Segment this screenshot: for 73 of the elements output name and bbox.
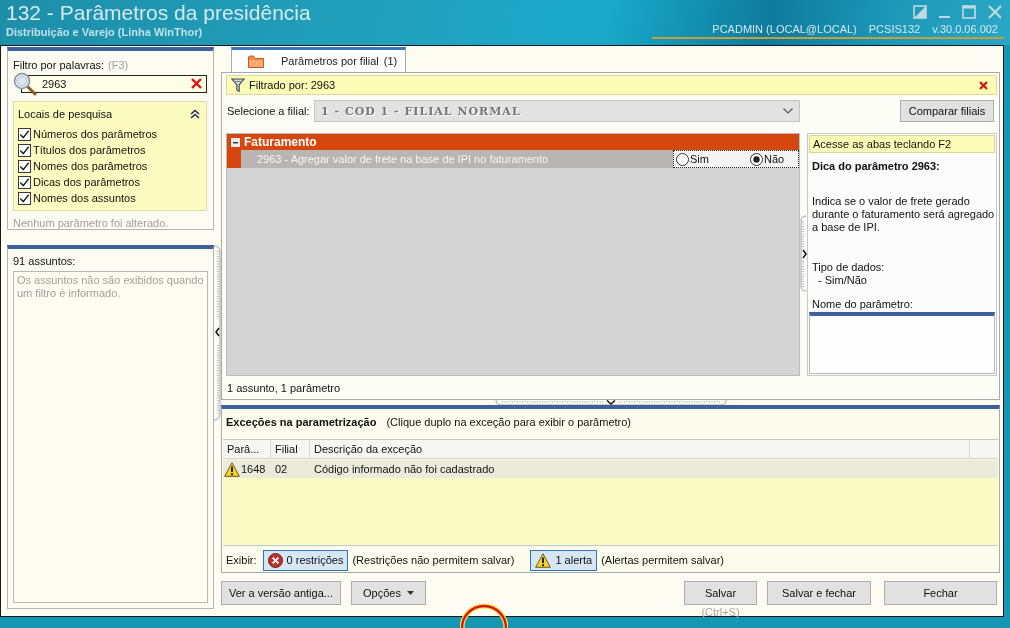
shortcut-hint: (F3): [108, 59, 129, 72]
checkbox[interactable]: [18, 175, 31, 189]
action-button[interactable]: Fechar: [884, 581, 997, 605]
folder-icon: [248, 54, 264, 68]
section-title: Exceções na parametrização: [226, 415, 377, 430]
field-label: Exibir:: [226, 554, 257, 566]
funnel-icon: [231, 77, 245, 93]
checkbox-label: Nomes dos assuntos: [33, 192, 136, 204]
tip-title: Dica do parâmetro 2963:: [812, 160, 941, 172]
chevron-down-icon: [783, 108, 793, 114]
column-header[interactable]: Filial: [271, 440, 310, 458]
search-icon: [13, 72, 37, 96]
toggle-note: (Alertas permitem salvar): [601, 554, 724, 566]
checkbox-label: Dicas dos parâmetros: [33, 176, 140, 188]
ring-icon: [460, 602, 508, 628]
minus-box-icon[interactable]: [231, 137, 240, 147]
warning-icon: [535, 552, 552, 568]
subjects-count: 91 assuntos:: [13, 255, 77, 268]
filter-toggle[interactable]: 0 restrições: [262, 549, 349, 571]
filter-text: Filtrado por: 2963: [249, 79, 337, 91]
collapse-icon[interactable]: [190, 108, 200, 119]
table-cell: 1648: [241, 463, 266, 475]
checkbox[interactable]: [18, 127, 31, 141]
shortcut-hint: (Ctrl+S): [701, 606, 740, 618]
window-subtitle: Distribuição e Varejo (Linha WinThor): [6, 26, 204, 39]
radio-label: Não: [764, 153, 785, 165]
version-label: v.30.0.06.002: [932, 23, 998, 36]
action-button[interactable]: Salvar e fechar: [767, 581, 871, 605]
group-title: Locais de pesquisa: [18, 107, 113, 120]
summary-text: 1 assunto, 1 parâmetro: [227, 381, 342, 395]
column-header[interactable]: Parâ...: [223, 440, 271, 458]
tab[interactable]: Parâmetros por filial (1): [231, 47, 407, 72]
checkbox[interactable]: [18, 191, 31, 205]
group-strip: [227, 150, 241, 168]
action-button[interactable]: Salvar: [684, 581, 757, 605]
toggle-note: (Restrições não permitem salvar): [352, 554, 515, 566]
splitter-handle[interactable]: [213, 245, 221, 421]
group-header[interactable]: Faturamento: [227, 134, 799, 150]
error-icon: [267, 552, 283, 568]
data-type-value: - Sim/Não: [818, 274, 868, 287]
action-button[interactable]: Ver a versão antiga...: [221, 581, 341, 605]
field-label: Filtro por palavras:: [13, 59, 105, 72]
exception-row[interactable]: 1648 02 Código informado não foi cadastrado: [223, 460, 998, 478]
radio-label: Sim: [690, 153, 709, 165]
splitter-handle[interactable]: [494, 399, 727, 406]
splitter-handle[interactable]: [800, 215, 807, 292]
program-code: PCSIS132: [868, 23, 921, 36]
checkbox-label: Títulos dos parâmetros: [33, 144, 146, 156]
checkbox[interactable]: [18, 159, 31, 173]
section-hint: (Clique duplo na exceção para exibir o parâmetro): [386, 415, 631, 430]
keyboard-hint: Acesse as abas teclando F2: [809, 135, 995, 153]
warning-icon: [224, 461, 240, 477]
search-field[interactable]: 2963: [21, 75, 207, 93]
column-header[interactable]: Descrição da exceção: [310, 440, 970, 458]
data-type-label: Tipo de dados:: [812, 261, 886, 274]
radio-button[interactable]: [750, 152, 763, 166]
status-text: Nenhum parâmetro foi alterado.: [13, 217, 170, 229]
table-cell-text: Código informado não foi cadastrado: [313, 462, 496, 477]
parameter-name-label: Nome do parâmetro:: [812, 298, 914, 311]
table-cell-text: 02: [274, 462, 289, 477]
tip-description: Indica se o valor de frete gerado durante o faturamento será agregado a base de IPI.: [812, 195, 995, 234]
filter-toggle[interactable]: 1 alerta: [530, 549, 598, 571]
close-icon[interactable]: [979, 80, 988, 90]
field-label: Selecione a filial:: [226, 105, 311, 117]
empty-message: Os assuntos não são exibidos quando um filtro é informado.: [17, 274, 204, 300]
window-title: 132 - Parâmetros da presidência: [6, 1, 311, 25]
clear-icon[interactable]: [191, 78, 202, 89]
checkbox-label: Números dos parâmetros: [33, 128, 158, 140]
user-info: PCADMIN (LOCAL@LOCAL): [712, 23, 857, 36]
radio-button[interactable]: [676, 152, 689, 166]
checkbox[interactable]: [18, 143, 31, 157]
checkbox-label: Nomes dos parâmetros: [33, 160, 148, 172]
action-button[interactable]: Opções: [351, 581, 426, 605]
